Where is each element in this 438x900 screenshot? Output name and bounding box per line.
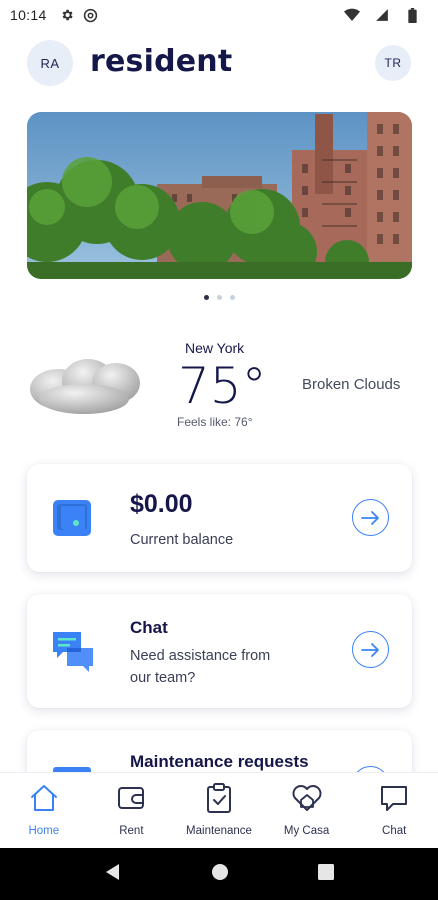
nav-chat[interactable]: Chat (350, 773, 438, 848)
wallet-icon (51, 498, 95, 543)
clipboard-check-icon (202, 780, 236, 816)
weather-feels-like: Feels like: 76° (177, 415, 253, 429)
chat-card-subtitle-line2: our team? (130, 670, 196, 686)
nav-home-label: Home (28, 825, 60, 837)
carousel-dot[interactable] (216, 295, 222, 300)
arrow-right-icon (360, 510, 379, 525)
carousel-indicator (0, 295, 438, 300)
user-avatar[interactable]: RA (27, 40, 73, 86)
tenant-avatar[interactable]: TR (375, 45, 411, 81)
cloud-icon (28, 353, 143, 420)
chat-arrow-button[interactable] (352, 631, 389, 668)
balance-arrow-button[interactable] (352, 499, 389, 536)
weather-widget: New York 75° Feels like: 76° Broken Clou… (0, 335, 438, 435)
home-icon (27, 780, 61, 816)
wifi-icon (344, 7, 360, 23)
chat-outline-icon (377, 780, 411, 816)
hero-carousel-image[interactable] (27, 112, 412, 279)
chat-card-subtitle-line1: Need assistance from (130, 648, 271, 664)
nav-rent[interactable]: Rent (88, 773, 176, 848)
back-icon[interactable] (104, 863, 122, 886)
recents-icon[interactable] (317, 863, 334, 885)
nav-chat-label: Chat (382, 825, 407, 837)
nav-my-casa[interactable]: My Casa (263, 773, 351, 848)
nav-home[interactable]: Home (0, 773, 88, 848)
nav-maintenance[interactable]: Maintenance (175, 773, 263, 848)
battery-icon (404, 7, 420, 23)
balance-card[interactable]: $0.00 Current balance (27, 464, 412, 572)
maintenance-card-title: Maintenance requests (130, 752, 309, 771)
heart-house-icon (290, 780, 324, 816)
home-circle-icon[interactable] (211, 863, 229, 886)
nav-my-casa-label: My Casa (283, 825, 330, 837)
nav-maintenance-label: Maintenance (186, 825, 252, 837)
carousel-dot[interactable] (203, 295, 209, 300)
brand-logo: resident (90, 44, 233, 79)
bottom-nav: Home Rent Maintenance My Casa Chat (0, 772, 438, 848)
status-bar: 10:14 (0, 0, 438, 30)
chat-bubbles-icon (51, 628, 95, 677)
weather-conditions: Broken Clouds (302, 376, 401, 393)
nav-rent-label: Rent (119, 825, 144, 837)
at-icon (83, 7, 99, 23)
arrow-right-icon (360, 642, 379, 657)
gear-icon (59, 7, 75, 23)
app-header: RA resident TR (0, 38, 438, 88)
balance-amount: $0.00 (130, 490, 193, 518)
wallet-outline-icon (114, 780, 148, 816)
system-nav-bar (0, 848, 438, 900)
signal-icon (374, 7, 390, 23)
status-time: 10:14 (10, 7, 47, 23)
balance-label: Current balance (130, 532, 234, 548)
weather-temperature: 75° (178, 357, 267, 415)
carousel-dot[interactable] (229, 295, 235, 300)
chat-card[interactable]: Chat Need assistance from our team? (27, 594, 412, 708)
weather-city: New York (185, 340, 245, 356)
chat-card-title: Chat (130, 618, 168, 637)
